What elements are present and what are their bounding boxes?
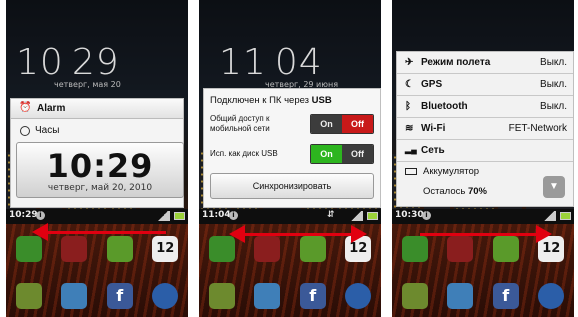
battery-remaining: Осталось 70% xyxy=(423,186,487,197)
status-bar[interactable]: 10:29 i xyxy=(6,209,188,224)
clock-widget-header: Часы xyxy=(11,122,183,139)
facebook-icon[interactable]: f xyxy=(299,283,326,309)
tethering-toggle[interactable]: On Off xyxy=(310,114,374,134)
facebook-icon[interactable]: f xyxy=(106,283,133,309)
battery-icon xyxy=(174,212,185,220)
airplane-mode-row[interactable]: ✈ Режим полета Выкл. xyxy=(397,52,573,74)
battery-label: Аккумулятор xyxy=(423,166,480,177)
sync-button[interactable]: Синхронизировать xyxy=(210,173,374,199)
alarm-notification[interactable]: ⏰ Alarm xyxy=(11,99,183,119)
wifi-icon: ≋ xyxy=(405,123,414,134)
usb-panel-title: Подключен к ПК через USB xyxy=(210,95,332,106)
facebook-icon[interactable]: f xyxy=(492,283,519,309)
bluetooth-label: Bluetooth xyxy=(421,101,468,112)
contacts-icon[interactable] xyxy=(447,236,474,262)
arrow-head-left xyxy=(32,223,48,241)
clock-widget-title: Часы xyxy=(35,125,60,136)
airplane-mode-value: Выкл. xyxy=(540,57,567,68)
battery-icon xyxy=(367,212,378,220)
usb-icon: ⇵ xyxy=(327,210,335,220)
gps-value: Выкл. xyxy=(540,79,567,90)
status-time: 10:29 xyxy=(9,210,38,220)
browser-icon[interactable] xyxy=(345,283,372,309)
airplane-icon: ✈ xyxy=(405,57,414,68)
messaging-icon[interactable] xyxy=(106,236,133,262)
wifi-label: Wi-Fi xyxy=(421,123,446,134)
messaging-icon[interactable] xyxy=(299,236,326,262)
clock-icon xyxy=(20,126,30,136)
bluetooth-icon: ᛒ xyxy=(405,101,411,112)
info-icon: i xyxy=(422,211,431,220)
status-bar[interactable]: 10:30 i xyxy=(392,209,574,224)
network-row[interactable]: ▂▄ Сеть xyxy=(397,140,573,162)
arrow-head-left xyxy=(229,225,245,243)
tethering-off-option[interactable]: Off xyxy=(342,115,373,133)
browser-icon[interactable] xyxy=(152,283,179,309)
maps-icon[interactable] xyxy=(447,283,474,309)
status-time: 11:04 xyxy=(202,210,231,220)
clock-widget-date: четверг, май 20, 2010 xyxy=(47,183,153,193)
phone-screen-2: 11 04 четверг, 29 июня Подключен к ПК чер… xyxy=(199,0,381,317)
usb-disk-on-option[interactable]: On xyxy=(311,145,342,163)
calendar-icon[interactable]: 12 xyxy=(152,236,179,262)
alarm-clock-icon: ⏰ xyxy=(19,102,32,113)
status-time: 10:30 xyxy=(395,210,424,220)
swipe-both-arrow xyxy=(229,225,367,243)
lockscreen-clock: 10 29 xyxy=(16,42,120,83)
usb-disk-toggle[interactable]: On Off xyxy=(310,144,374,164)
signal-icon xyxy=(349,211,363,221)
collapse-button[interactable]: ▼ xyxy=(543,176,565,198)
maps-icon[interactable] xyxy=(61,283,88,309)
messaging-icon[interactable] xyxy=(492,236,519,262)
usb-connection-panel: Подключен к ПК через USB Общий доступ к … xyxy=(203,88,381,208)
battery-status-icon xyxy=(405,168,417,175)
arrow-head-right xyxy=(536,225,552,243)
power-control-panel: ✈ Режим полета Выкл. ☾ GPS Выкл. ᛒ Bluet… xyxy=(396,51,574,207)
market-icon[interactable] xyxy=(208,283,235,309)
battery-section: Аккумулятор Осталось 70% ▼ xyxy=(397,162,573,208)
swipe-left-arrow xyxy=(32,223,166,241)
airplane-mode-label: Режим полета xyxy=(421,57,491,68)
gps-row[interactable]: ☾ GPS Выкл. xyxy=(397,74,573,96)
lockscreen-date: четверг, мая 20 xyxy=(54,80,121,89)
info-icon: i xyxy=(36,211,45,220)
tethering-on-option[interactable]: On xyxy=(311,115,342,133)
phone-screen-1: 10 29 четверг, мая 20 ⏰ Alarm Часы 10:29 … xyxy=(6,0,188,317)
usb-disk-label: Исп. как диск USB xyxy=(210,149,278,158)
tethering-label: Общий доступ к мобильной сети xyxy=(210,114,270,133)
wifi-row[interactable]: ≋ Wi-Fi FET-Network xyxy=(397,118,573,140)
home-icons-row-2: f xyxy=(392,283,574,309)
market-icon[interactable] xyxy=(401,283,428,309)
alarm-label: Alarm xyxy=(37,103,66,114)
battery-icon xyxy=(560,212,571,220)
signal-icon: ▂▄ xyxy=(405,145,417,154)
signal-icon xyxy=(156,211,170,221)
home-icons-row-2: f xyxy=(6,283,188,309)
bluetooth-row[interactable]: ᛒ Bluetooth Выкл. xyxy=(397,96,573,118)
signal-icon xyxy=(542,211,556,221)
gps-label: GPS xyxy=(421,79,443,90)
lockscreen-clock: 11 04 xyxy=(219,42,323,83)
wifi-value: FET-Network xyxy=(508,123,567,134)
clock-widget[interactable]: 10:29 четверг, май 20, 2010 xyxy=(16,142,184,198)
gps-icon: ☾ xyxy=(405,79,414,90)
maps-icon[interactable] xyxy=(254,283,281,309)
network-label: Сеть xyxy=(421,145,445,156)
phone-icon[interactable] xyxy=(401,236,428,262)
swipe-right-arrow xyxy=(420,225,552,243)
phone-screen-3: ✈ Режим полета Выкл. ☾ GPS Выкл. ᛒ Bluet… xyxy=(392,0,574,317)
contacts-icon[interactable] xyxy=(61,236,88,262)
bluetooth-value: Выкл. xyxy=(540,101,567,112)
usb-disk-off-option[interactable]: Off xyxy=(342,145,373,163)
arrow-head-right xyxy=(351,225,367,243)
home-icons-row-2: f xyxy=(199,283,381,309)
info-icon: i xyxy=(229,211,238,220)
browser-icon[interactable] xyxy=(538,283,565,309)
contacts-icon[interactable] xyxy=(254,236,281,262)
clock-widget-time: 10:29 xyxy=(46,147,154,185)
status-bar[interactable]: 11:04 i ⇵ xyxy=(199,209,381,224)
market-icon[interactable] xyxy=(15,283,42,309)
